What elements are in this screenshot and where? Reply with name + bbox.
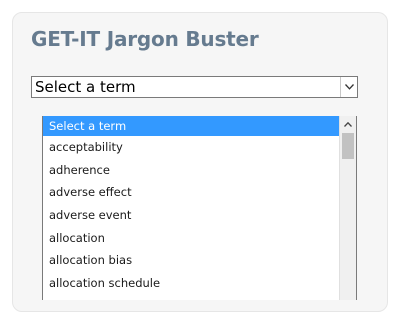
scrollbar-thumb[interactable] [342, 133, 354, 159]
chevron-down-icon[interactable] [340, 77, 357, 97]
option-adverse-event[interactable]: adverse event [43, 204, 339, 227]
term-dropdown-list[interactable]: Select a term acceptability adherence ad… [42, 116, 357, 300]
option-adherence[interactable]: adherence [43, 159, 339, 182]
scroll-up-arrow-icon[interactable] [340, 116, 356, 133]
option-allocation-bias[interactable]: allocation bias [43, 249, 339, 272]
option-allocation-schedule[interactable]: allocation schedule [43, 272, 339, 295]
widget-title: GET-IT Jargon Buster [31, 27, 259, 51]
term-select-value: Select a term [35, 78, 136, 96]
option-allocation[interactable]: allocation [43, 227, 339, 250]
term-select[interactable]: Select a term [31, 76, 358, 98]
option-select-a-term[interactable]: Select a term [43, 116, 339, 136]
option-adverse-effect[interactable]: adverse effect [43, 181, 339, 204]
dropdown-scrollbar[interactable] [339, 116, 356, 300]
option-acceptability[interactable]: acceptability [43, 136, 339, 159]
